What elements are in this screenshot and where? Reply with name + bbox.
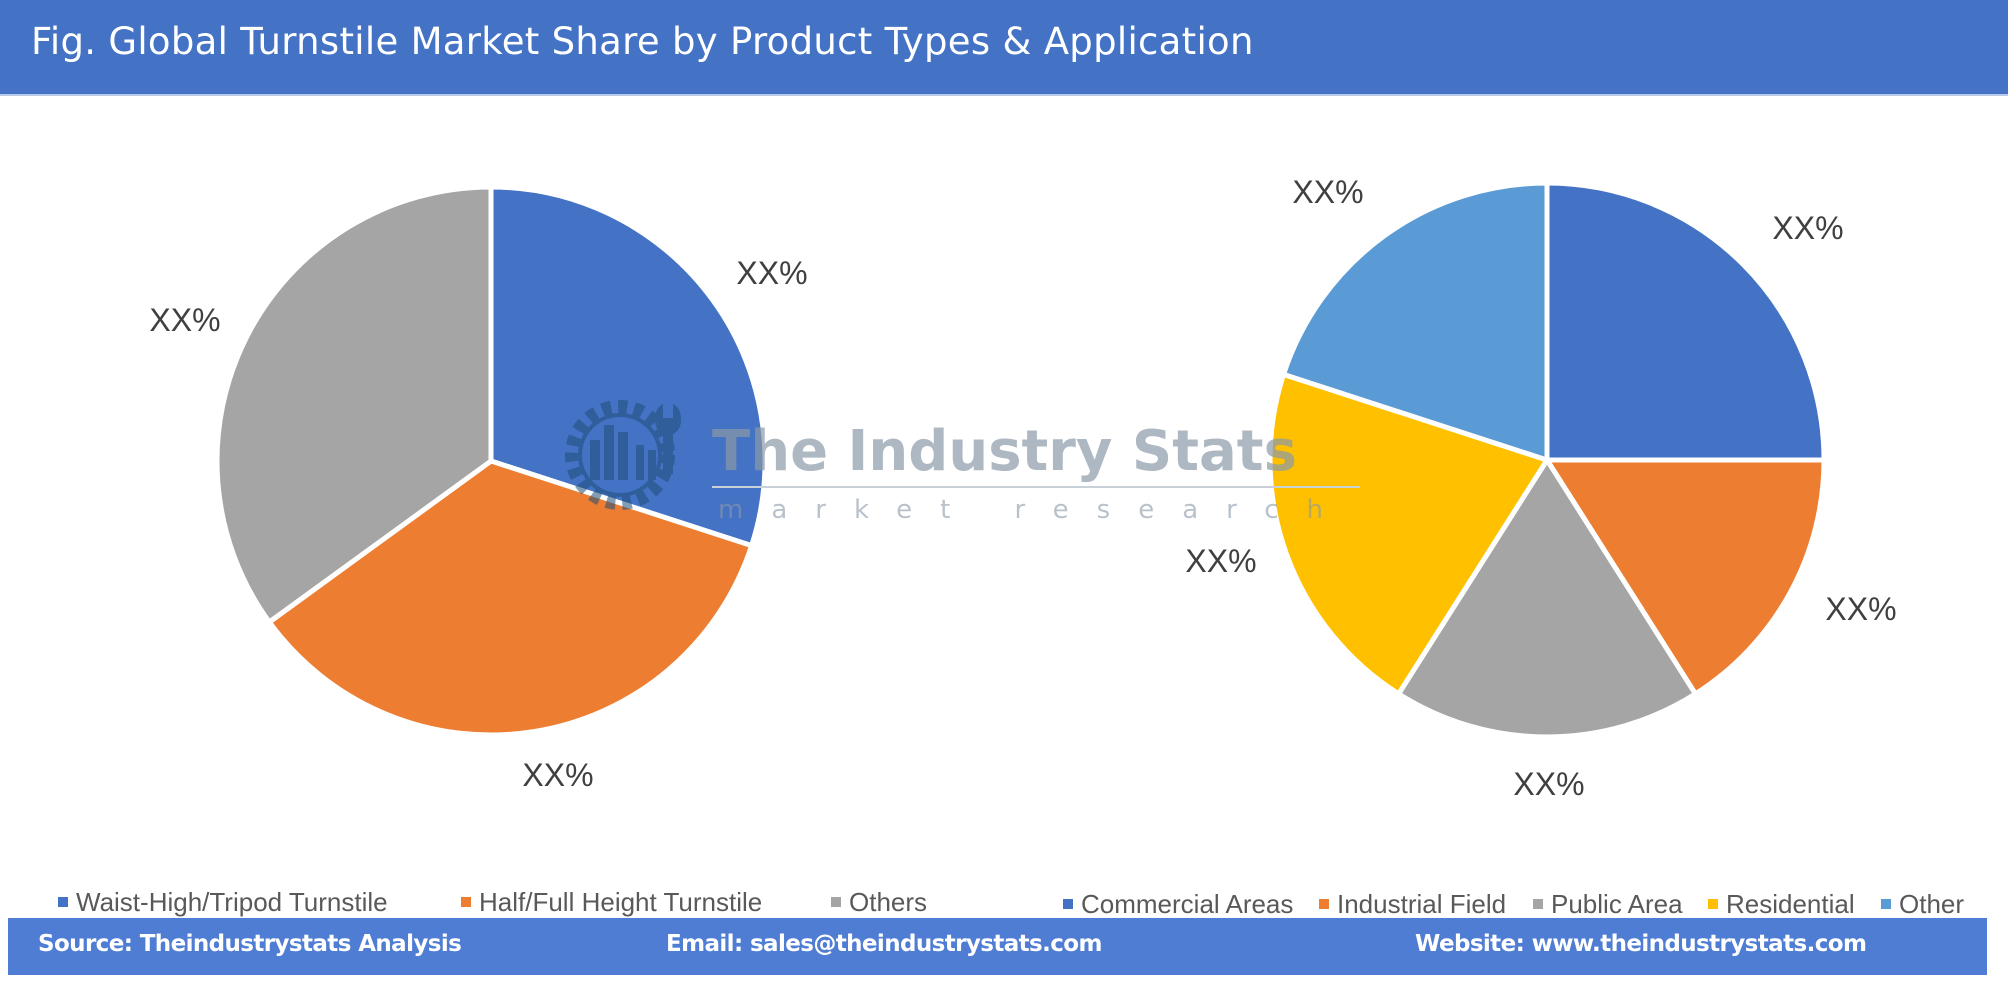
legend-swatch	[1708, 899, 1718, 909]
legend-item[interactable]: Other	[1881, 886, 1964, 922]
legend-item[interactable]: Public Area	[1533, 886, 1683, 922]
legend-label: Residential	[1726, 888, 1855, 919]
legend-label: Commercial Areas	[1081, 888, 1294, 919]
legend-label: Industrial Field	[1337, 888, 1507, 919]
data-label: XX%	[1772, 210, 1843, 246]
legend-swatch	[1063, 899, 1073, 909]
watermark-subtitle: market research	[718, 495, 1351, 525]
legend-swatch	[1881, 899, 1891, 909]
watermark-title: The Industry Stats	[712, 419, 1297, 484]
data-label: XX%	[1513, 766, 1584, 802]
legend-item[interactable]: Residential	[1708, 886, 1855, 922]
legend-application: Commercial Areas Industrial Field Public…	[0, 886, 2008, 922]
legend-swatch	[1319, 899, 1329, 909]
pie-chart-product-types	[214, 184, 768, 738]
data-label: XX%	[1292, 174, 1363, 210]
legend-label: Public Area	[1551, 888, 1683, 919]
data-label: XX%	[1185, 543, 1256, 579]
pie-chart-application	[1267, 180, 1827, 740]
footer-email[interactable]: Email: sales@theindustrystats.com	[666, 931, 1102, 957]
legend-item[interactable]: Industrial Field	[1319, 886, 1506, 922]
data-label: XX%	[149, 302, 220, 338]
footer-source: Source: Theindustrystats Analysis	[38, 931, 462, 957]
legend-item[interactable]: Commercial Areas	[1063, 886, 1293, 922]
data-label: XX%	[736, 255, 807, 291]
footer-website[interactable]: Website: www.theindustrystats.com	[1415, 931, 1867, 957]
data-label: XX%	[1825, 591, 1896, 627]
charts-canvas: XX% XX% XX% XX% XX% XX% XX% XX% The Industry S…	[149, 174, 1896, 802]
legend-label: Other	[1899, 888, 1965, 919]
data-label: XX%	[522, 757, 593, 793]
legend-swatch	[1533, 899, 1543, 909]
footer-bar: Source: Theindustrystats Analysis Email:…	[8, 918, 1987, 975]
